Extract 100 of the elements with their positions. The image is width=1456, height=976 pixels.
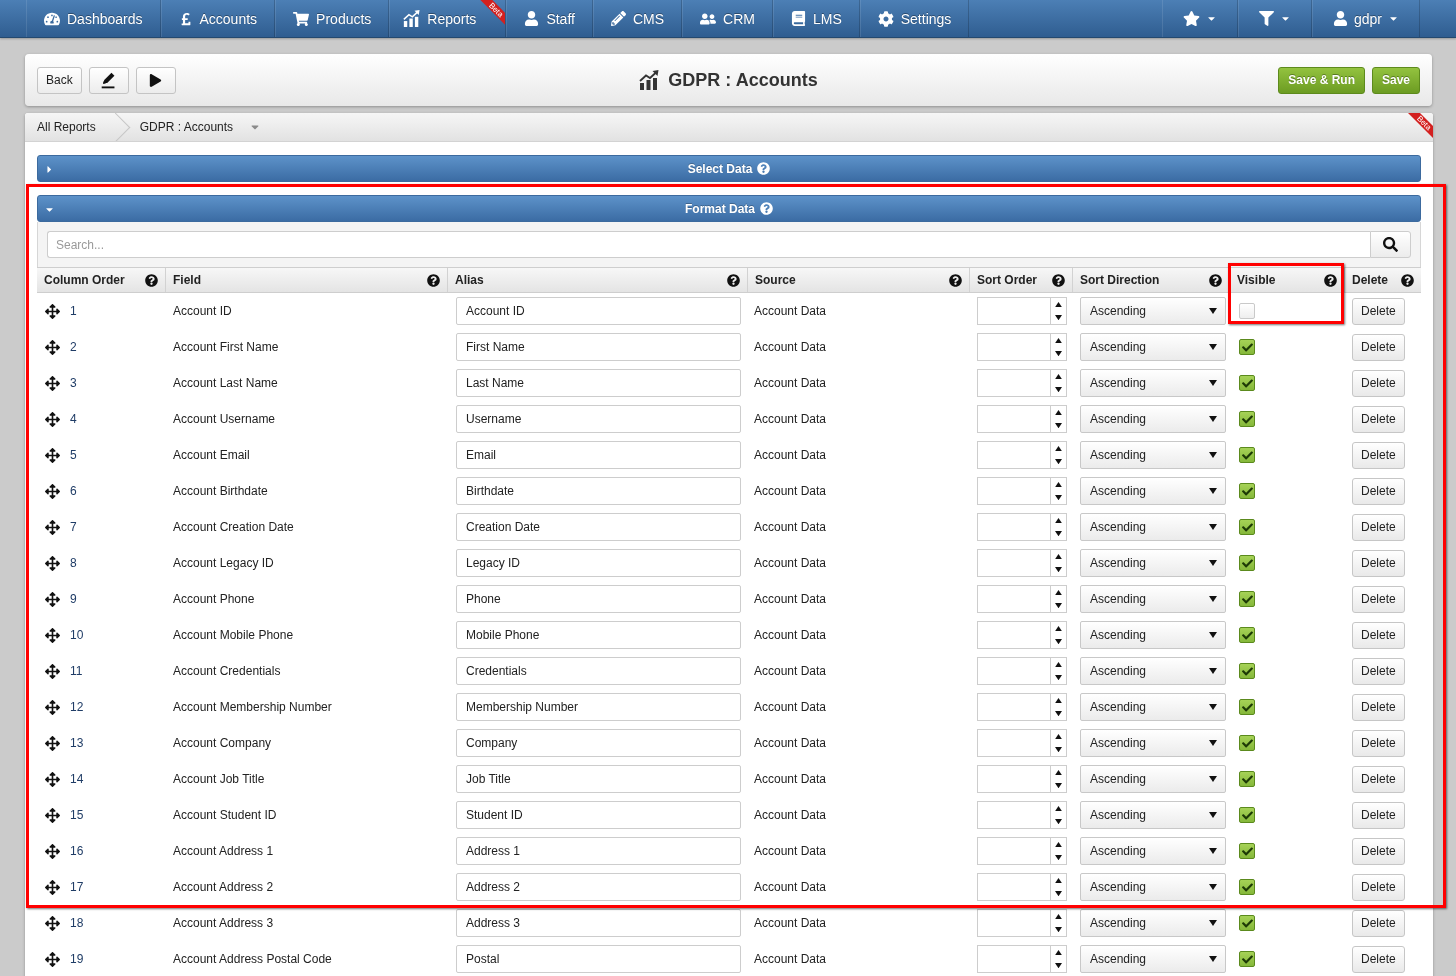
alias-field[interactable]: Job Title xyxy=(456,765,741,793)
sort-order-field[interactable] xyxy=(977,657,1050,685)
visible-checkbox[interactable] xyxy=(1239,627,1255,643)
alias-field[interactable]: First Name xyxy=(456,333,741,361)
sort-direction-select[interactable]: Ascending xyxy=(1080,513,1226,541)
delete-button[interactable]: Delete xyxy=(1352,873,1405,901)
alias-field[interactable]: Legacy ID xyxy=(456,549,741,577)
delete-button[interactable]: Delete xyxy=(1352,945,1405,973)
visible-checkbox[interactable] xyxy=(1239,735,1255,751)
visible-checkbox[interactable] xyxy=(1239,807,1255,823)
sort-order-field[interactable] xyxy=(977,441,1050,469)
sort-order-field[interactable] xyxy=(977,405,1050,433)
visible-checkbox[interactable] xyxy=(1239,519,1255,535)
visible-checkbox[interactable] xyxy=(1239,375,1255,391)
move-icon[interactable] xyxy=(45,627,60,643)
sort-direction-select[interactable]: Ascending xyxy=(1080,765,1226,793)
sort-direction-select[interactable]: Ascending xyxy=(1080,693,1226,721)
visible-checkbox[interactable] xyxy=(1239,915,1255,931)
alias-field[interactable]: Company xyxy=(456,729,741,757)
move-icon[interactable] xyxy=(45,807,60,823)
sort-order-field[interactable] xyxy=(977,873,1050,901)
move-icon[interactable] xyxy=(45,951,60,967)
visible-checkbox[interactable] xyxy=(1239,483,1255,499)
delete-button[interactable]: Delete xyxy=(1352,333,1405,361)
delete-button[interactable]: Delete xyxy=(1352,801,1405,829)
move-icon[interactable] xyxy=(45,771,60,787)
visible-checkbox[interactable] xyxy=(1239,303,1255,319)
delete-button[interactable]: Delete xyxy=(1352,369,1405,397)
alias-field[interactable]: Phone xyxy=(456,585,741,613)
edit-button[interactable] xyxy=(88,66,129,94)
move-icon[interactable] xyxy=(45,699,60,715)
nav-link[interactable]: Reports xyxy=(390,0,478,37)
move-icon[interactable] xyxy=(45,339,60,355)
sort-direction-select[interactable]: Ascending xyxy=(1080,333,1226,361)
alias-field[interactable]: Student ID xyxy=(456,801,741,829)
breadcrumb-link[interactable]: All Reports xyxy=(25,113,136,141)
sort-order-field[interactable] xyxy=(977,729,1050,757)
sort-direction-select[interactable]: Ascending xyxy=(1080,405,1226,433)
move-icon[interactable] xyxy=(45,303,60,319)
sort-direction-select[interactable]: Ascending xyxy=(1080,369,1226,397)
search-field[interactable]: Search... xyxy=(47,231,1370,258)
alias-field[interactable]: Account ID xyxy=(456,297,741,325)
move-icon[interactable] xyxy=(45,375,60,391)
sort-order-field[interactable] xyxy=(977,585,1050,613)
nav-link[interactable]: CRM xyxy=(683,0,772,37)
sort-direction-select[interactable]: Ascending xyxy=(1080,585,1226,613)
visible-checkbox[interactable] xyxy=(1239,843,1255,859)
sort-order-field[interactable] xyxy=(977,297,1050,325)
sort-order-field[interactable] xyxy=(977,549,1050,577)
sort-direction-select[interactable]: Ascending xyxy=(1080,873,1226,901)
delete-button[interactable]: Delete xyxy=(1352,657,1405,685)
alias-field[interactable]: Postal xyxy=(456,945,741,973)
move-icon[interactable] xyxy=(45,483,60,499)
delete-button[interactable]: Delete xyxy=(1352,549,1405,577)
sort-order-field[interactable] xyxy=(977,621,1050,649)
search-button[interactable] xyxy=(1370,231,1411,258)
sort-order-field[interactable] xyxy=(977,369,1050,397)
alias-field[interactable]: Address 2 xyxy=(456,873,741,901)
sort-order-field[interactable] xyxy=(977,801,1050,829)
sort-direction-select[interactable]: Ascending xyxy=(1080,657,1226,685)
alias-field[interactable]: Email xyxy=(456,441,741,469)
nav-link[interactable]: Products xyxy=(276,0,389,37)
move-icon[interactable] xyxy=(45,555,60,571)
section-header[interactable]: Format Data xyxy=(37,195,1421,222)
sort-direction-select[interactable]: Ascending xyxy=(1080,801,1226,829)
sort-direction-select[interactable]: Ascending xyxy=(1080,441,1226,469)
alias-field[interactable]: Last Name xyxy=(456,369,741,397)
alias-field[interactable]: Address 3 xyxy=(456,909,741,937)
nav-link[interactable]: Dashboards xyxy=(27,0,160,37)
delete-button[interactable]: Delete xyxy=(1352,621,1405,649)
alias-field[interactable]: Membership Number xyxy=(456,693,741,721)
visible-checkbox[interactable] xyxy=(1239,591,1255,607)
move-icon[interactable] xyxy=(45,411,60,427)
alias-field[interactable]: Address 1 xyxy=(456,837,741,865)
delete-button[interactable]: Delete xyxy=(1352,837,1405,865)
visible-checkbox[interactable] xyxy=(1239,771,1255,787)
visible-checkbox[interactable] xyxy=(1239,699,1255,715)
delete-button[interactable]: Delete xyxy=(1352,513,1405,541)
sort-direction-select[interactable]: Ascending xyxy=(1080,477,1226,505)
visible-checkbox[interactable] xyxy=(1239,447,1255,463)
breadcrumb-dropdown[interactable]: GDPR : Accounts xyxy=(135,113,266,141)
sort-direction-select[interactable]: Ascending xyxy=(1080,837,1226,865)
delete-button[interactable]: Delete xyxy=(1352,477,1405,505)
move-icon[interactable] xyxy=(45,915,60,931)
user-menu-button[interactable]: gdpr xyxy=(1312,0,1419,37)
visible-checkbox[interactable] xyxy=(1239,663,1255,679)
move-icon[interactable] xyxy=(45,879,60,895)
alias-field[interactable]: Mobile Phone xyxy=(456,621,741,649)
delete-button[interactable]: Delete xyxy=(1352,765,1405,793)
alias-field[interactable]: Birthdate xyxy=(456,477,741,505)
move-icon[interactable] xyxy=(45,519,60,535)
sort-direction-select[interactable]: Ascending xyxy=(1080,945,1226,973)
delete-button[interactable]: Delete xyxy=(1352,693,1405,721)
visible-checkbox[interactable] xyxy=(1239,555,1255,571)
move-icon[interactable] xyxy=(45,663,60,679)
move-icon[interactable] xyxy=(45,843,60,859)
move-icon[interactable] xyxy=(45,447,60,463)
sort-order-field[interactable] xyxy=(977,837,1050,865)
sort-order-field[interactable] xyxy=(977,945,1050,973)
delete-button[interactable]: Delete xyxy=(1352,405,1405,433)
